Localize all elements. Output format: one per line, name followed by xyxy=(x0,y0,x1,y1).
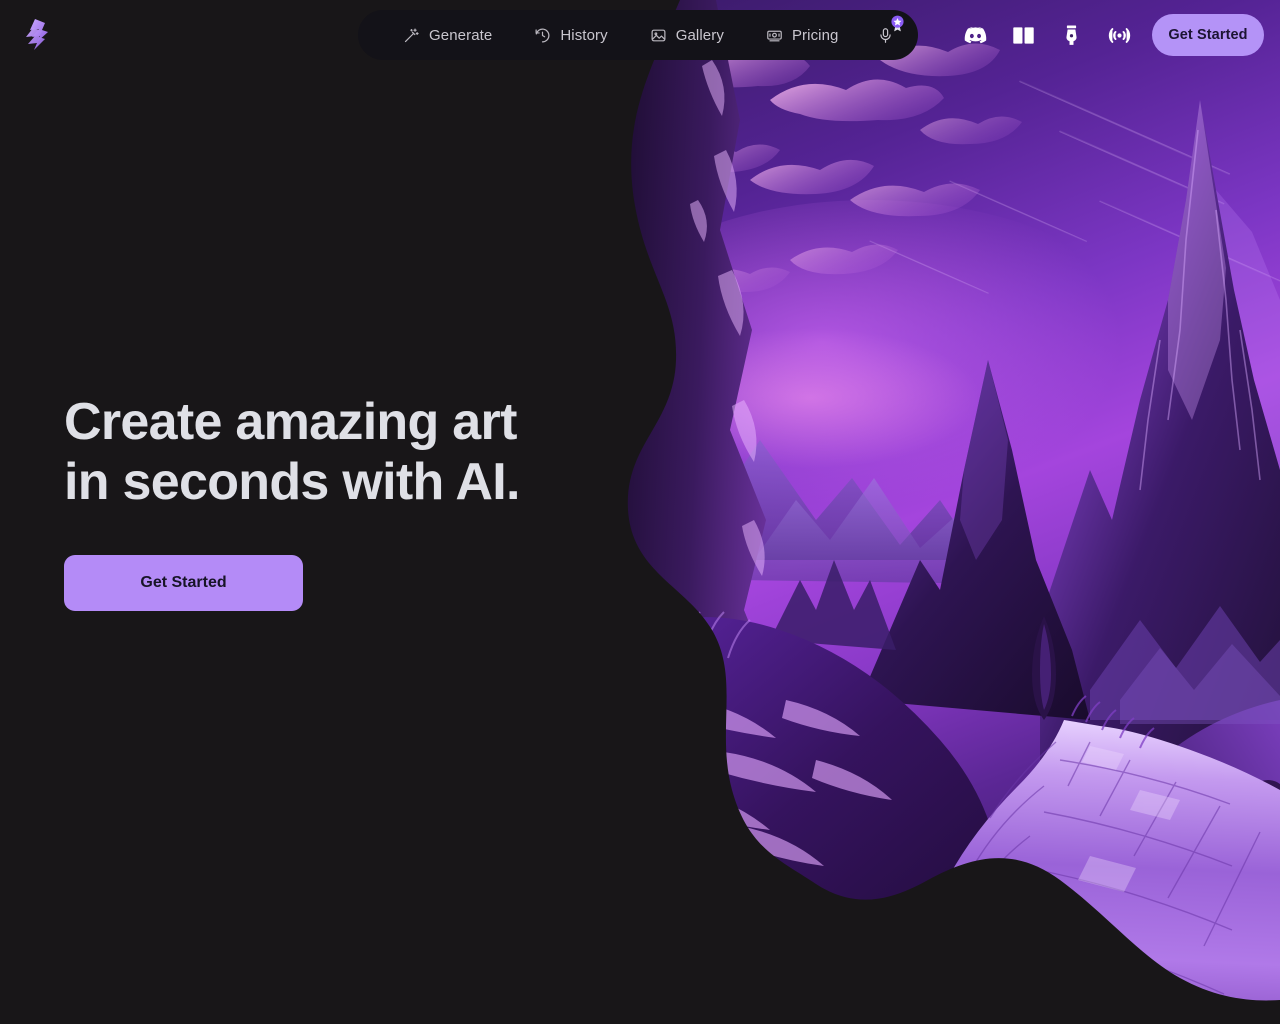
nav-item-history[interactable]: History xyxy=(513,10,628,60)
top-navigation-bar: Generate History Gallery Pricing Get Sta… xyxy=(0,0,1280,70)
nav-label: Gallery xyxy=(675,26,724,44)
logo-icon xyxy=(26,19,48,50)
banknote-icon xyxy=(766,27,783,44)
docs-button[interactable] xyxy=(1010,22,1036,48)
status-button[interactable] xyxy=(1106,22,1132,48)
hero-section: Create amazing art in seconds with AI. G… xyxy=(64,392,520,611)
nav-item-gallery[interactable]: Gallery xyxy=(629,10,745,60)
hero-get-started-button[interactable]: Get Started xyxy=(64,554,303,611)
page-root: Generate History Gallery Pricing Get Sta… xyxy=(0,0,1280,1024)
clock-history-icon xyxy=(534,27,551,44)
header-get-started-button[interactable]: Get Started xyxy=(1152,14,1264,56)
magic-wand-icon xyxy=(403,27,420,44)
app-logo[interactable] xyxy=(12,12,58,58)
utility-icon-row xyxy=(962,18,1132,52)
image-gallery-icon xyxy=(650,27,667,44)
pen-nib-icon xyxy=(1065,25,1077,45)
award-badge-icon xyxy=(890,15,904,32)
blog-button[interactable] xyxy=(1058,22,1084,48)
nav-item-generate[interactable]: Generate xyxy=(382,10,513,60)
nav-label: History xyxy=(560,26,608,44)
page-title: Create amazing art in seconds with AI. xyxy=(64,393,520,512)
book-icon xyxy=(1012,26,1034,44)
artwork-illustration xyxy=(620,0,1280,1024)
microphone-button[interactable] xyxy=(868,15,904,53)
hero-artwork xyxy=(620,0,1280,1024)
nav-label: Generate xyxy=(429,26,493,44)
nav-item-pricing[interactable]: Pricing xyxy=(745,10,860,60)
primary-nav-pill: Generate History Gallery Pricing xyxy=(358,10,918,60)
discord-icon xyxy=(964,26,986,43)
nav-label: Pricing xyxy=(791,26,839,44)
discord-button[interactable] xyxy=(962,22,988,48)
broadcast-icon xyxy=(1108,27,1130,43)
